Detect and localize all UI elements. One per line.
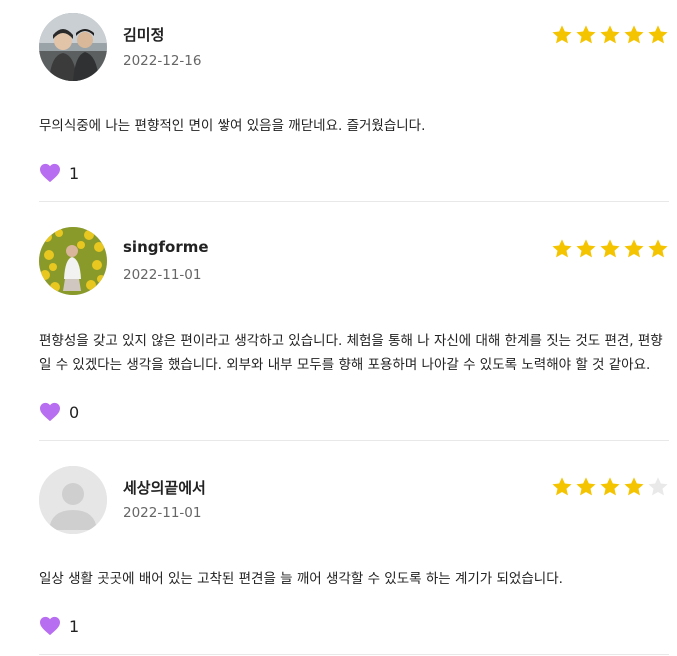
like-count: 1	[69, 163, 80, 183]
avatar-photo	[39, 13, 107, 81]
star-filled-icon	[648, 25, 668, 44]
star-filled-icon	[552, 239, 572, 258]
star-filled-icon	[648, 239, 668, 258]
star-empty-icon	[648, 477, 668, 496]
like-button[interactable]: 1	[39, 616, 79, 636]
avatar	[39, 466, 107, 534]
star-rating	[551, 238, 669, 260]
avatar-photo	[39, 227, 107, 295]
star-filled-icon	[552, 25, 572, 44]
avatar	[39, 13, 107, 81]
review-date: 2022-11-01	[123, 505, 202, 521]
divider	[39, 201, 669, 202]
star-filled-icon	[600, 25, 620, 44]
star-filled-icon	[624, 25, 644, 44]
star-rating	[551, 476, 669, 498]
review-date: 2022-11-01	[123, 267, 202, 283]
like-button[interactable]: 1	[39, 163, 79, 183]
like-button[interactable]: 0	[39, 402, 79, 422]
review-text: 일상 생활 곳곳에 배어 있는 고착된 편견을 늘 깨어 생각할 수 있도록 하…	[39, 571, 563, 587]
heart-icon	[40, 616, 60, 636]
heart-icon	[40, 163, 60, 183]
like-count: 0	[69, 402, 80, 422]
star-filled-icon	[624, 477, 644, 496]
star-filled-icon	[624, 239, 644, 258]
reviewer-name: 세상의끝에서	[123, 479, 206, 497]
star-filled-icon	[576, 477, 596, 496]
review-text: 무의식중에 나는 편향적인 면이 쌓여 있음을 깨닫네요. 즐거웠습니다.	[39, 118, 426, 134]
star-filled-icon	[576, 239, 596, 258]
divider	[39, 440, 669, 441]
like-count: 1	[69, 616, 80, 636]
star-rating	[551, 24, 669, 46]
default-user-icon	[39, 466, 107, 534]
heart-icon	[40, 402, 60, 422]
review-date: 2022-12-16	[123, 53, 202, 69]
star-filled-icon	[576, 25, 596, 44]
avatar	[39, 227, 107, 295]
divider	[39, 654, 669, 655]
star-filled-icon	[600, 239, 620, 258]
star-filled-icon	[600, 477, 620, 496]
reviewer-name: singforme	[123, 238, 209, 256]
reviewer-name: 김미정	[123, 26, 165, 44]
star-filled-icon	[552, 477, 572, 496]
review-text: 편향성을 갖고 있지 않은 편이라고 생각하고 있습니다. 체험을 통해 나 자…	[39, 333, 663, 373]
